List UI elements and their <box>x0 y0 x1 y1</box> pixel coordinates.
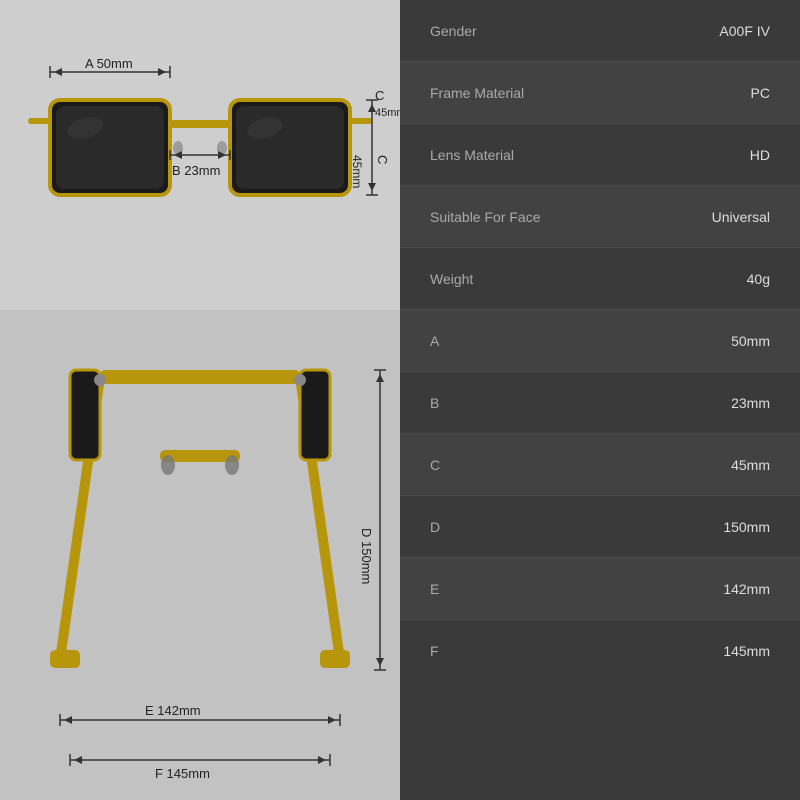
svg-text:D 150mm: D 150mm <box>359 528 374 584</box>
spec-label: C <box>430 457 440 473</box>
spec-label: Weight <box>430 271 473 287</box>
spec-row: Weight 40g <box>400 248 800 310</box>
top-diagram-section: A 50mm B 23mm C 45mm C 45mm <box>0 0 400 310</box>
svg-text:A 50mm: A 50mm <box>85 56 133 71</box>
svg-text:C: C <box>375 88 384 103</box>
svg-text:F 145mm: F 145mm <box>155 766 210 781</box>
spec-value: HD <box>750 147 770 163</box>
svg-text:E 142mm: E 142mm <box>145 703 201 718</box>
spec-value: 150mm <box>723 519 770 535</box>
spec-value: A00F IV <box>719 23 770 39</box>
spec-label: Lens Material <box>430 147 514 163</box>
svg-text:B 23mm: B 23mm <box>172 163 220 178</box>
spec-value: 142mm <box>723 581 770 597</box>
spec-value: 50mm <box>731 333 770 349</box>
spec-label: Gender <box>430 23 477 39</box>
spec-label: Frame Material <box>430 85 524 101</box>
right-panel: Gender A00F IV Frame Material PC Lens Materi… <box>400 0 800 800</box>
spec-row: F 145mm <box>400 620 800 682</box>
spec-value: PC <box>751 85 770 101</box>
spec-value: Universal <box>712 209 770 225</box>
bottom-diagram-section: E 142mm F 145mm D 150mm <box>0 310 400 800</box>
spec-row: C 45mm <box>400 434 800 496</box>
spec-row: Lens Material HD <box>400 124 800 186</box>
spec-value: 45mm <box>731 457 770 473</box>
spec-row: Gender A00F IV <box>400 0 800 62</box>
spec-label: E <box>430 581 439 597</box>
spec-label: Suitable For Face <box>430 209 541 225</box>
spec-label: B <box>430 395 439 411</box>
spec-row: E 142mm <box>400 558 800 620</box>
spec-row: D 150mm <box>400 496 800 558</box>
spec-value: 23mm <box>731 395 770 411</box>
spec-value: 145mm <box>723 643 770 659</box>
spec-row: Frame Material PC <box>400 62 800 124</box>
spec-value: 40g <box>747 271 770 287</box>
spec-label: A <box>430 333 439 349</box>
svg-text:45mm: 45mm <box>350 155 364 188</box>
spec-label: F <box>430 643 439 659</box>
svg-text:C: C <box>375 155 390 164</box>
spec-row: B 23mm <box>400 372 800 434</box>
svg-text:45mm: 45mm <box>375 107 400 119</box>
spec-label: D <box>430 519 440 535</box>
left-panel: A 50mm B 23mm C 45mm C 45mm <box>0 0 400 800</box>
spec-row: A 50mm <box>400 310 800 372</box>
spec-row: Suitable For Face Universal <box>400 186 800 248</box>
